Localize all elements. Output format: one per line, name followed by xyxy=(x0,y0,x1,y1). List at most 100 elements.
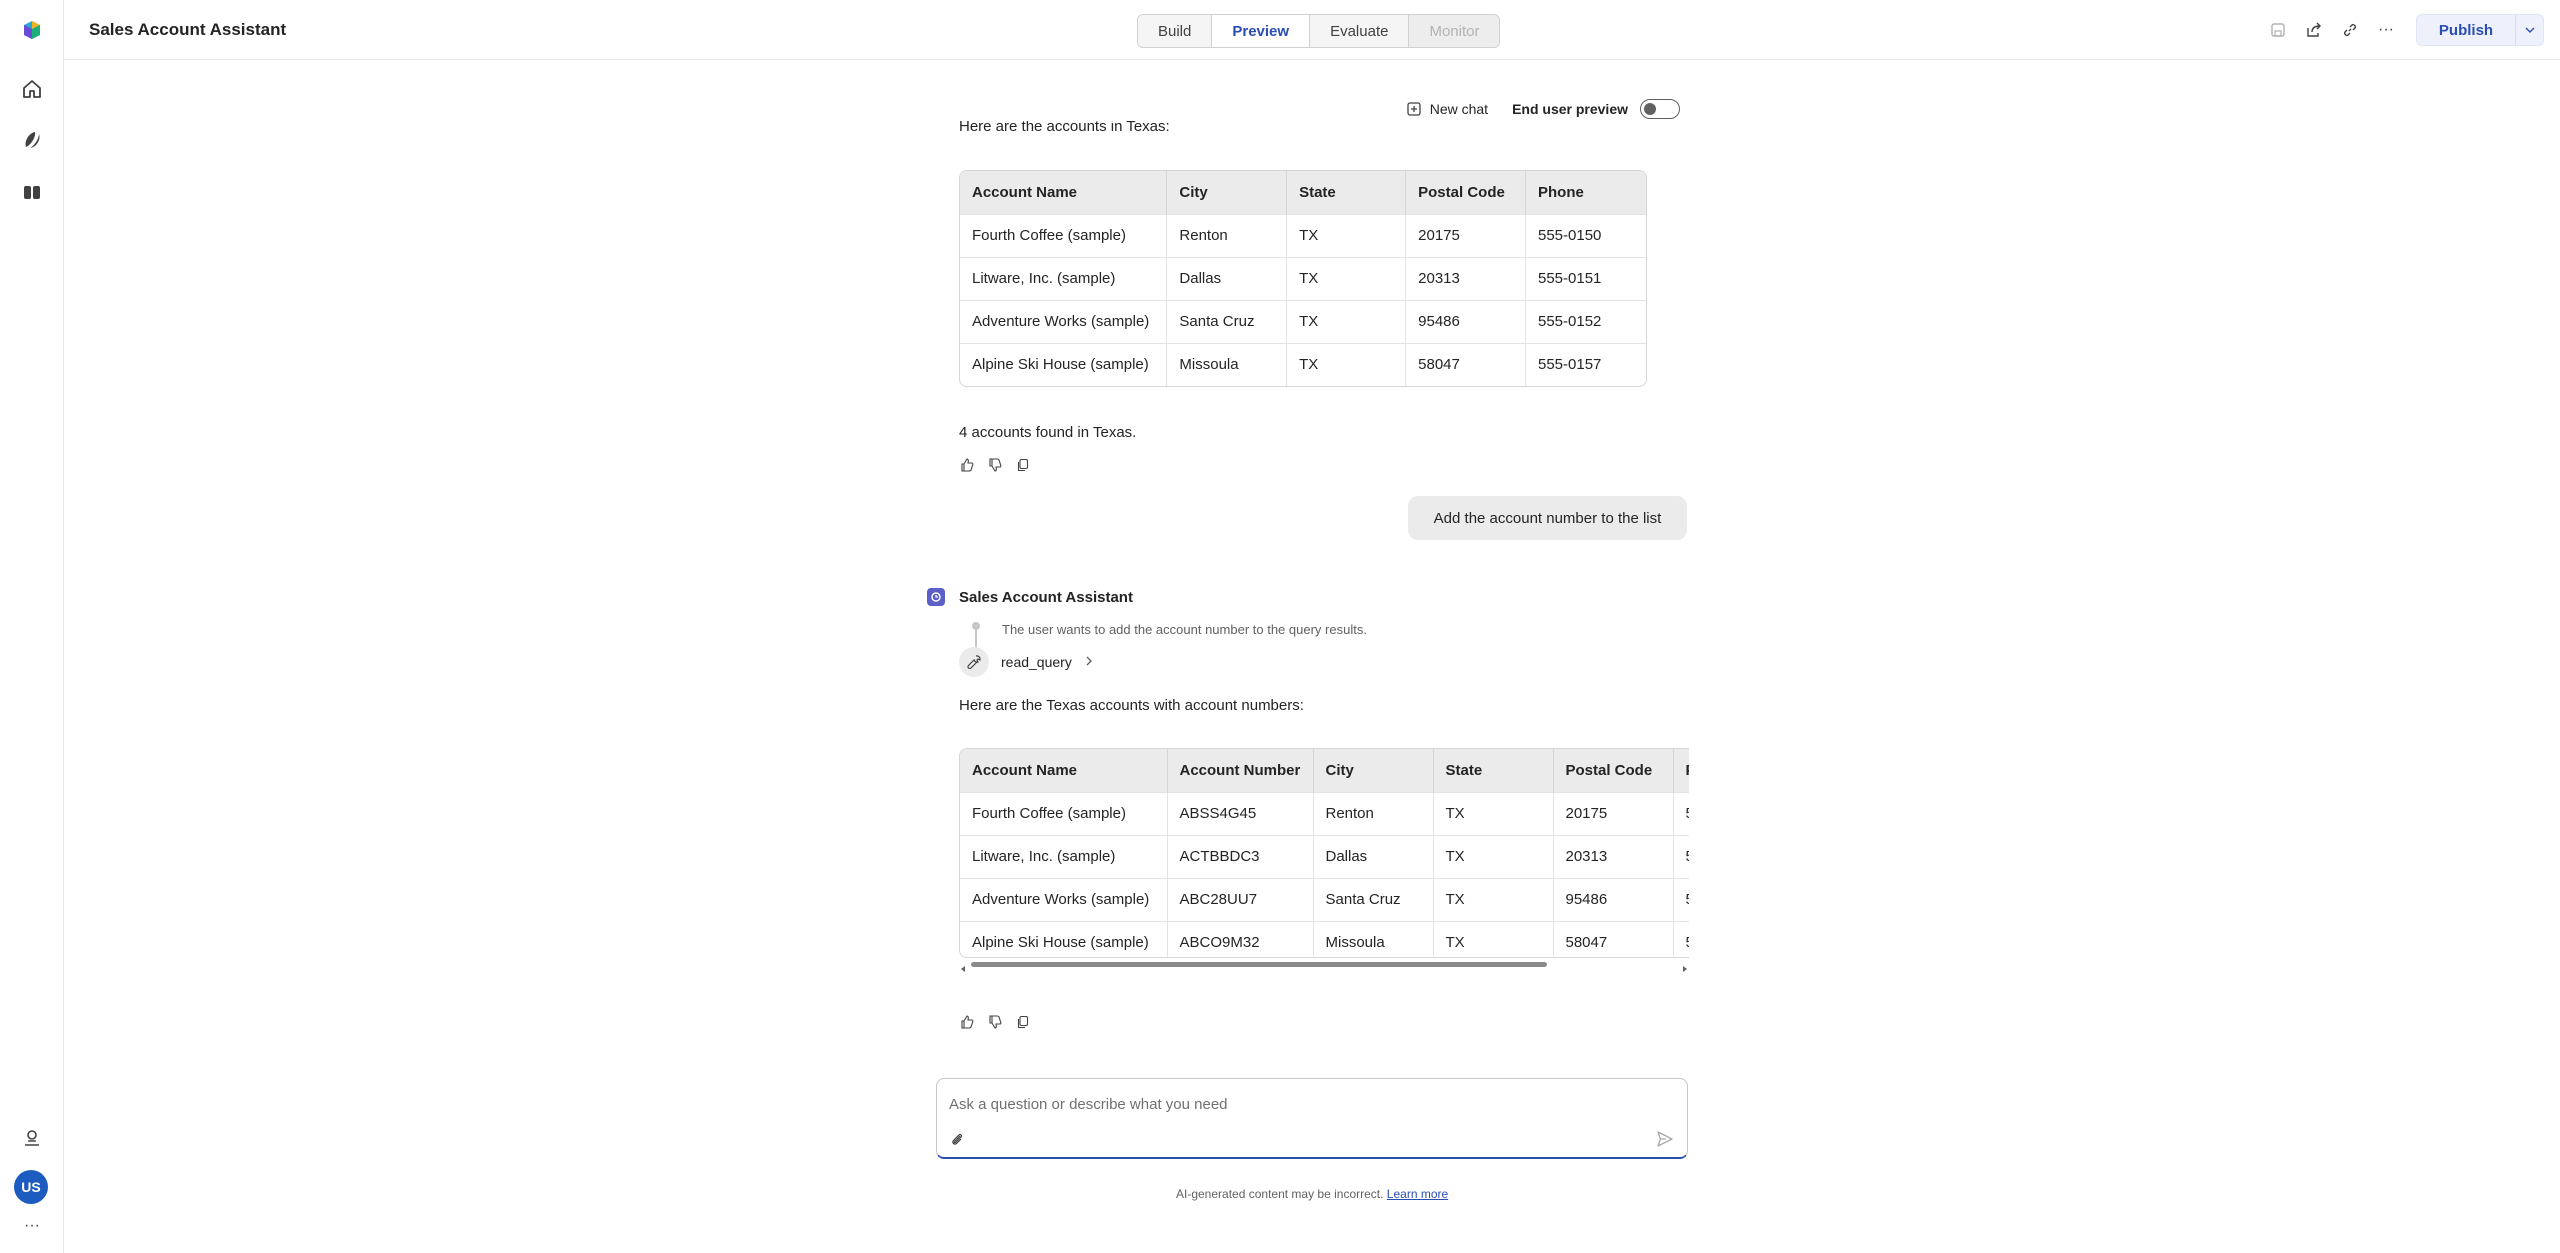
thumbs-up-icon[interactable] xyxy=(959,1014,975,1030)
horizontal-scrollbar[interactable] xyxy=(959,958,1689,972)
assistant-intro-text: Here are the accounts in Texas: xyxy=(959,121,1170,135)
mode-tabs: Build Preview Evaluate Monitor xyxy=(1137,14,1501,48)
table-cell: 20313 xyxy=(1405,256,1526,300)
column-header: Account Number xyxy=(1167,749,1314,792)
thumbs-up-icon[interactable] xyxy=(959,457,975,473)
table-row: Adventure Works (sample) ABC28UU7 Santa Cr… xyxy=(960,877,1689,921)
accounts-with-numbers-grid: Account Name Account Number City State Posta… xyxy=(960,749,1689,957)
library-icon[interactable] xyxy=(14,174,50,210)
table-cell: TX xyxy=(1433,877,1554,921)
table-cell: TX xyxy=(1286,342,1407,386)
column-header: Phone xyxy=(1673,749,1689,792)
copy-icon[interactable] xyxy=(1015,1014,1031,1030)
thumbs-down-icon[interactable] xyxy=(987,457,1003,473)
table-row: Litware, Inc. (sample) ACTBBDC3 Dallas TX 20… xyxy=(960,834,1689,878)
table-row: Adventure Works (sample) Santa Cruz TX 9548… xyxy=(960,299,1646,343)
tab-build[interactable]: Build xyxy=(1138,15,1213,47)
table-cell: 95486 xyxy=(1405,299,1526,343)
table-cell: 555-0157 xyxy=(1673,920,1689,957)
chat-composer xyxy=(936,1078,1688,1159)
table-header-row: Account Name Account Number City State Posta… xyxy=(960,749,1689,792)
table-cell: 555-0152 xyxy=(1673,877,1689,921)
table-cell: TX xyxy=(1286,299,1407,343)
new-chat-icon xyxy=(1407,102,1421,116)
app-root: US ··· Sales Account Assistant Build Pre… xyxy=(0,0,2560,1253)
column-header: State xyxy=(1286,171,1407,214)
column-header: City xyxy=(1166,171,1288,214)
top-actions: ··· Publish xyxy=(2260,14,2560,46)
table-row: Alpine Ski House (sample) Missoula TX 58047… xyxy=(960,342,1646,386)
column-header: City xyxy=(1313,749,1434,792)
chat-area: New chat End user preview Here are the a… xyxy=(64,60,2560,1253)
avatar[interactable]: US xyxy=(14,1170,48,1204)
table-cell: TX xyxy=(1286,256,1407,300)
thumbs-down-icon[interactable] xyxy=(987,1014,1003,1030)
table-cell: Renton xyxy=(1313,791,1434,835)
end-user-preview-label: End user preview xyxy=(1512,101,1628,117)
table-cell: 20175 xyxy=(1553,791,1674,835)
table-cell: Alpine Ski House (sample) xyxy=(960,920,1168,957)
table-header-row: Account Name City State Postal Code Phone xyxy=(960,171,1646,214)
disclaimer-text: AI-generated content may be incorrect. xyxy=(1176,1187,1384,1201)
table-cell: Adventure Works (sample) xyxy=(960,877,1168,921)
table-cell: Alpine Ski House (sample) xyxy=(960,342,1168,386)
feedback-row xyxy=(959,1014,1031,1030)
copy-icon[interactable] xyxy=(1015,457,1031,473)
chat-input[interactable] xyxy=(949,1092,1649,1116)
assistant-logo-icon xyxy=(927,588,945,606)
home-icon[interactable] xyxy=(14,71,50,107)
connect-icon[interactable] xyxy=(14,1120,50,1156)
table-cell: Renton xyxy=(1166,213,1288,257)
send-icon[interactable] xyxy=(1655,1129,1675,1149)
column-header: Postal Code xyxy=(1553,749,1674,792)
table-row: Fourth Coffee (sample) Renton TX 20175 555-0… xyxy=(960,213,1646,257)
table-cell: Santa Cruz xyxy=(1313,877,1434,921)
disclaimer: AI-generated content may be incorrect. L… xyxy=(1176,1187,1448,1201)
more-icon[interactable]: ··· xyxy=(14,1208,50,1244)
link-icon[interactable] xyxy=(2332,14,2368,46)
scroll-right-icon[interactable] xyxy=(1681,960,1689,978)
new-chat-button[interactable]: New chat xyxy=(1406,101,1488,117)
attach-icon[interactable] xyxy=(947,1129,967,1149)
accounts-with-numbers-table[interactable]: Account Name Account Number City State Posta… xyxy=(959,748,1689,958)
table-cell: TX xyxy=(1433,834,1554,878)
table-cell: Litware, Inc. (sample) xyxy=(960,256,1168,300)
accounts-table: Account Name City State Postal Code Phone Fo… xyxy=(959,170,1647,387)
agents-icon[interactable] xyxy=(14,122,50,158)
tab-evaluate[interactable]: Evaluate xyxy=(1310,15,1410,47)
chevron-down-icon[interactable] xyxy=(2515,15,2543,45)
table-cell: ABC28UU7 xyxy=(1167,877,1314,921)
end-user-preview-toggle[interactable] xyxy=(1640,99,1680,119)
table-cell: 555-0157 xyxy=(1525,342,1646,386)
user-message-bubble: Add the account number to the list xyxy=(1408,496,1687,540)
table-cell: Santa Cruz xyxy=(1166,299,1288,343)
wrench-icon xyxy=(959,647,989,677)
save-icon[interactable] xyxy=(2260,14,2296,46)
tab-monitor: Monitor xyxy=(1409,15,1500,47)
left-rail: US ··· xyxy=(0,0,64,1253)
table-cell: 555-0151 xyxy=(1673,834,1689,878)
scrollbar-thumb[interactable] xyxy=(971,962,1547,967)
more-options-icon[interactable]: ··· xyxy=(2368,14,2404,46)
tab-preview[interactable]: Preview xyxy=(1212,15,1311,47)
table-cell: TX xyxy=(1433,920,1554,957)
table-cell: Fourth Coffee (sample) xyxy=(960,213,1168,257)
table-cell: Dallas xyxy=(1166,256,1288,300)
table-cell: Fourth Coffee (sample) xyxy=(960,791,1168,835)
table-cell: Missoula xyxy=(1166,342,1288,386)
publish-button[interactable]: Publish xyxy=(2416,14,2544,46)
assistant-header: Sales Account Assistant xyxy=(927,588,1133,606)
table-cell: Adventure Works (sample) xyxy=(960,299,1168,343)
copilot-logo-icon[interactable] xyxy=(14,12,50,48)
reasoning-text: The user wants to add the account number… xyxy=(1002,622,1367,637)
share-icon[interactable] xyxy=(2296,14,2332,46)
scroll-left-icon[interactable] xyxy=(959,960,967,978)
thought-connector xyxy=(975,626,977,648)
learn-more-link[interactable]: Learn more xyxy=(1387,1187,1448,1201)
publish-label: Publish xyxy=(2438,21,2494,39)
tool-name: read_query xyxy=(1001,654,1072,670)
new-chat-label: New chat xyxy=(1429,101,1489,117)
column-header: State xyxy=(1433,749,1554,792)
tool-call-row[interactable]: read_query xyxy=(959,647,1094,677)
column-header: Postal Code xyxy=(1405,171,1526,214)
